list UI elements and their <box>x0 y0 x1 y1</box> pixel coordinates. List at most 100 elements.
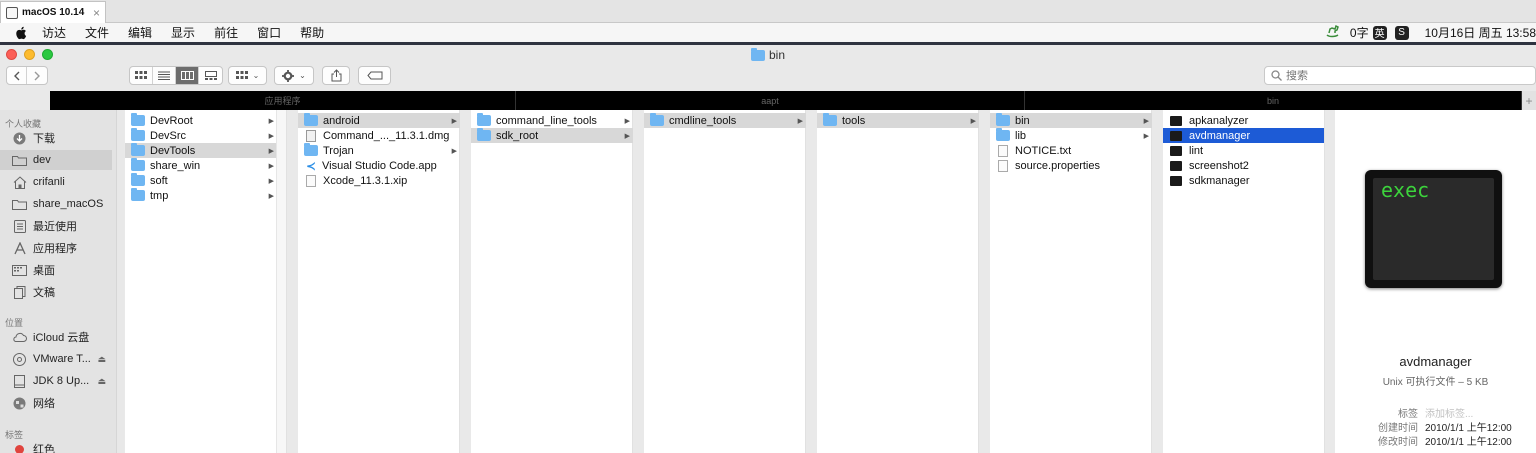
eject-icon[interactable]: ⏏ <box>97 354 106 365</box>
list-item[interactable]: sdkmanager <box>1163 173 1324 188</box>
tag-icon <box>366 71 382 80</box>
close-icon[interactable]: × <box>93 6 100 20</box>
list-item[interactable]: tmp ▶ <box>125 188 277 203</box>
list-item[interactable]: bin ▶ <box>990 113 1152 128</box>
list-item[interactable]: source.properties <box>990 158 1152 173</box>
list-item[interactable]: ≺ Visual Studio Code.app <box>298 158 460 173</box>
sidebar-item-vmware-tools[interactable]: VMware T... ⏏ <box>0 349 112 369</box>
item-label: DevRoot <box>150 114 193 127</box>
menu-help[interactable]: 帮助 <box>300 24 324 41</box>
list-item[interactable]: Trojan ▶ <box>298 143 460 158</box>
back-button[interactable] <box>7 67 27 84</box>
menu-window[interactable]: 窗口 <box>257 24 281 41</box>
list-item[interactable]: Xcode_11.3.1.xip <box>298 173 460 188</box>
list-item[interactable]: NOTICE.txt <box>990 143 1152 158</box>
list-item[interactable]: screenshot2 <box>1163 158 1324 173</box>
disclosure-arrow-icon: ▶ <box>1143 132 1149 140</box>
search-input[interactable] <box>1286 69 1486 82</box>
sidebar-item-crifanli[interactable]: crifanli <box>0 172 112 192</box>
sidebar-item-jdk[interactable]: JDK 8 Up... ⏏ <box>0 371 112 391</box>
minimize-window-button[interactable] <box>24 49 35 60</box>
column-5: tools ▶ <box>817 110 979 453</box>
list-item[interactable]: sdk_root ▶ <box>471 128 633 143</box>
search-field[interactable] <box>1264 66 1536 85</box>
sidebar-scrollbar[interactable] <box>116 110 124 453</box>
icon-view-button[interactable] <box>130 67 153 84</box>
disclosure-arrow-icon: ▶ <box>451 117 457 125</box>
gallery-icon <box>204 71 217 80</box>
tab-applications[interactable]: 应用程序 <box>50 91 516 110</box>
apple-icon[interactable] <box>14 26 28 40</box>
list-view-button[interactable] <box>153 67 176 84</box>
list-item[interactable]: DevSrc ▶ <box>125 128 277 143</box>
list-item[interactable]: android ▶ <box>298 113 460 128</box>
recents-icon <box>12 219 27 233</box>
sidebar-item-share-macos[interactable]: share_macOS <box>0 194 112 214</box>
share-button[interactable] <box>322 66 350 85</box>
disk-image-icon <box>12 374 27 388</box>
sidebar-item-icloud[interactable]: iCloud 云盘 <box>0 327 112 347</box>
menu-file[interactable]: 文件 <box>85 24 109 41</box>
list-item[interactable]: apkanalyzer <box>1163 113 1324 128</box>
list-item[interactable]: soft ▶ <box>125 173 277 188</box>
sidebar-item-downloads[interactable]: 下载 <box>0 128 112 148</box>
sidebar-item-desktop[interactable]: 桌面 <box>0 260 112 280</box>
gear-icon <box>282 69 295 82</box>
executable-icon <box>1170 145 1182 156</box>
menu-go[interactable]: 前往 <box>214 24 238 41</box>
folder-icon <box>131 188 145 201</box>
sidebar-item-dev[interactable]: dev <box>0 150 112 170</box>
menu-clock[interactable]: 10月16日 周五 13:58 <box>1425 24 1536 41</box>
tab-bar: 应用程序 aapt bin + <box>50 91 1536 110</box>
menu-view[interactable]: 显示 <box>171 24 195 41</box>
word-count-status[interactable]: 0字 <box>1350 24 1369 41</box>
list-item[interactable]: Command_..._11.3.1.dmg <box>298 128 460 143</box>
group-button[interactable]: ⌄ <box>228 66 267 85</box>
ime-indicator[interactable]: 英 <box>1372 25 1387 40</box>
add-tags-field[interactable]: 添加标签... <box>1425 405 1473 420</box>
sidebar-item-label: JDK 8 Up... <box>33 375 90 387</box>
tab-bin[interactable]: bin <box>1025 91 1522 110</box>
vm-tab-title: macOS 10.14 <box>22 7 85 18</box>
disclosure-arrow-icon: ▶ <box>970 117 976 125</box>
sidebar-item-network[interactable]: 网络 <box>0 393 112 413</box>
sidebar-item-recents[interactable]: 最近使用 <box>0 216 112 236</box>
action-button[interactable]: ⌄ <box>274 66 314 85</box>
menu-edit[interactable]: 编辑 <box>128 24 152 41</box>
folder-icon <box>131 143 145 156</box>
disclosure-arrow-icon: ▶ <box>268 132 274 140</box>
preview-pane: exec avdmanager Unix 可执行文件 – 5 KB 标签 添加标… <box>1335 110 1536 453</box>
list-item[interactable]: share_win ▶ <box>125 158 277 173</box>
sidebar-item-documents[interactable]: 文稿 <box>0 282 112 302</box>
add-tab-button[interactable]: + <box>1522 91 1536 110</box>
list-item[interactable]: DevRoot ▶ <box>125 113 277 128</box>
sidebar-item-applications[interactable]: 应用程序 <box>0 238 112 258</box>
tab-aapt[interactable]: aapt <box>516 91 1025 110</box>
list-item[interactable]: command_line_tools ▶ <box>471 113 633 128</box>
list-item[interactable]: lib ▶ <box>990 128 1152 143</box>
list-item[interactable]: cmdline_tools ▶ <box>644 113 806 128</box>
list-item[interactable]: DevTools ▶ <box>125 143 277 158</box>
column-view-button[interactable] <box>176 67 199 84</box>
disclosure-arrow-icon: ▶ <box>268 162 274 170</box>
tags-button[interactable] <box>358 66 391 85</box>
list-item[interactable]: tools ▶ <box>817 113 979 128</box>
close-window-button[interactable] <box>6 49 17 60</box>
item-label: screenshot2 <box>1189 159 1249 172</box>
forward-button[interactable] <box>27 67 47 84</box>
folder-icon <box>131 128 145 141</box>
folder-icon <box>996 113 1010 126</box>
list-item[interactable]: lint <box>1163 143 1324 158</box>
list-item[interactable]: avdmanager <box>1163 128 1324 143</box>
eject-icon[interactable]: ⏏ <box>97 376 106 387</box>
rocking-horse-icon[interactable] <box>1324 24 1340 41</box>
menu-finder[interactable]: 访达 <box>42 24 66 41</box>
gallery-view-button[interactable] <box>199 67 222 84</box>
sogou-icon[interactable]: S <box>1394 25 1409 40</box>
title-bar: bin <box>0 45 1536 65</box>
zoom-window-button[interactable] <box>42 49 53 60</box>
folder-icon <box>12 198 27 211</box>
vm-tab[interactable]: macOS 10.14 × <box>0 1 106 23</box>
column-scrollbar[interactable] <box>276 110 286 453</box>
sidebar-item-tag-red[interactable]: 红色 <box>0 439 112 453</box>
